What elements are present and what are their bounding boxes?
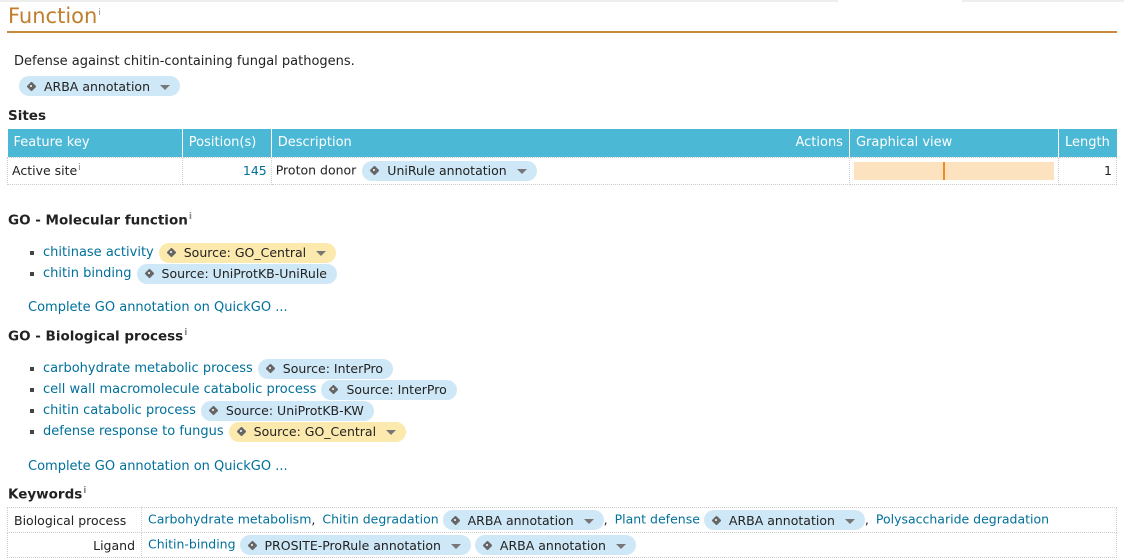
tag-icon [248,540,259,551]
chevron-down-icon [450,543,461,549]
info-icon[interactable]: i [78,163,81,173]
chevron-down-icon [615,543,626,549]
length-cell: 1 [1057,156,1118,185]
evidence-pill-arba[interactable]: ARBA annotation [19,76,180,96]
source-pill[interactable]: Source: GO_Central [228,421,407,442]
list-item: chitinase activity Source: GO_Central [30,242,337,263]
chevron-down-icon [316,251,327,256]
go-term-link[interactable]: chitin binding [43,266,132,281]
keyword-category-label: Biological process [7,507,142,533]
source-pill[interactable]: Source: InterPro [321,379,457,400]
table-row: Active sitei 145 Proton donor UniRule an… [7,156,1118,185]
evidence-pill-arba[interactable]: ARBA annotation [474,535,636,555]
keywords-heading: Keywordsi [8,486,87,503]
tag-icon [209,405,220,416]
go-term-link[interactable]: carbohydrate metabolic process [43,361,253,376]
info-icon[interactable]: i [184,328,187,338]
list-item: chitin catabolic process Source: UniProtK… [30,400,457,421]
col-positions: Position(s) [182,129,272,157]
section-title: Functioni [8,4,101,28]
tag-icon [712,515,723,526]
col-description: Description Actions [271,129,850,157]
complete-go-link-biological[interactable]: Complete GO annotation on QuickGO ... [28,459,288,474]
go-biological-heading: GO - Biological processi [8,328,188,345]
go-term-link[interactable]: cell wall macromolecule catabolic proces… [43,382,316,397]
col-length: Length [1058,129,1117,157]
go-molecular-list: chitinase activity Source: GO_Central chi… [30,242,337,284]
graphical-view-cell [848,156,1059,185]
sites-table: Feature key Position(s) Description Actio… [7,129,1118,185]
chevron-down-icon [844,518,855,524]
go-molecular-heading: GO - Molecular functioni [8,212,192,229]
keyword-link[interactable]: Polysaccharide degradation [876,512,1049,527]
list-item: chitin binding Source: UniProtKB-UniRule [30,263,337,284]
function-description: Defense against chitin-containing fungal… [14,54,355,69]
chevron-down-icon [160,84,170,90]
col-graphical-view: Graphical view [849,129,1059,157]
col-actions-label: Actions [795,135,843,151]
list-item: cell wall macromolecule catabolic proces… [30,379,457,400]
evidence-pill-prosite[interactable]: PROSITE-ProRule annotation [239,535,471,555]
position-cell: 145 [181,156,272,185]
evidence-pill-unirule[interactable]: UniRule annotation [362,160,537,181]
go-biological-list: carbohydrate metabolic process Source: In… [30,358,457,442]
keyword-link[interactable]: Chitin-binding [148,537,236,552]
evidence-pill-arba[interactable]: ARBA annotation [442,510,604,530]
tag-icon [167,247,178,258]
col-description-label: Description [277,135,352,151]
source-pill[interactable]: Source: GO_Central [158,242,337,263]
tag-icon [329,384,340,395]
description-cell: Proton donor UniRule annotation [270,156,850,185]
info-icon[interactable]: i [189,212,192,222]
feature-key-cell: Active sitei [7,156,183,185]
keyword-values-cell: Carbohydrate metabolism, Chitin degradat… [141,507,1117,533]
feature-graph-bar[interactable] [853,161,1054,180]
chevron-down-icon [583,518,594,524]
go-term-link[interactable]: defense response to fungus [43,424,224,439]
chevron-down-icon [516,169,527,174]
go-term-link[interactable]: chitinase activity [43,245,154,260]
go-term-link[interactable]: chitin catabolic process [43,403,196,418]
keyword-link[interactable]: Carbohydrate metabolism [148,512,311,527]
source-pill[interactable]: Source: UniProtKB-UniRule [136,263,337,284]
tag-icon [27,81,38,92]
keyword-link[interactable]: Plant defense [615,512,700,527]
source-pill[interactable]: Source: UniProtKB-KW [200,400,374,421]
tag-icon [266,363,277,374]
col-feature-key: Feature key [7,129,183,157]
info-icon[interactable]: i [83,486,86,496]
table-row: Biological process Carbohydrate metaboli… [7,507,1117,533]
feature-graph-marker[interactable] [942,161,945,180]
chevron-down-icon [386,430,397,435]
info-icon[interactable]: i [98,8,101,18]
list-item: carbohydrate metabolic process Source: In… [30,358,457,379]
source-pill[interactable]: Source: InterPro [257,358,394,379]
tag-icon [145,268,156,279]
position-link[interactable]: 145 [243,163,267,178]
sites-header-row: Feature key Position(s) Description Actio… [7,129,1117,157]
tag-icon [370,165,381,176]
list-item: defense response to fungus Source: GO_Cen… [30,421,457,442]
tag-icon [451,515,462,526]
sites-heading: Sites [8,108,46,124]
keywords-table: Biological process Carbohydrate metaboli… [7,507,1117,558]
tag-icon [237,426,248,437]
table-row: Ligand Chitin-binding PROSITE-ProRule an… [7,532,1117,558]
keyword-values-cell: Chitin-binding PROSITE-ProRule annotatio… [141,532,1117,558]
complete-go-link-molecular[interactable]: Complete GO annotation on QuickGO ... [28,300,288,315]
tag-icon [483,540,494,551]
evidence-pill-arba[interactable]: ARBA annotation [703,510,865,530]
keyword-link[interactable]: Chitin degradation [322,512,438,527]
title-underline [7,31,1117,33]
keyword-category-label: Ligand [7,532,142,558]
top-border-gap [838,0,962,2]
